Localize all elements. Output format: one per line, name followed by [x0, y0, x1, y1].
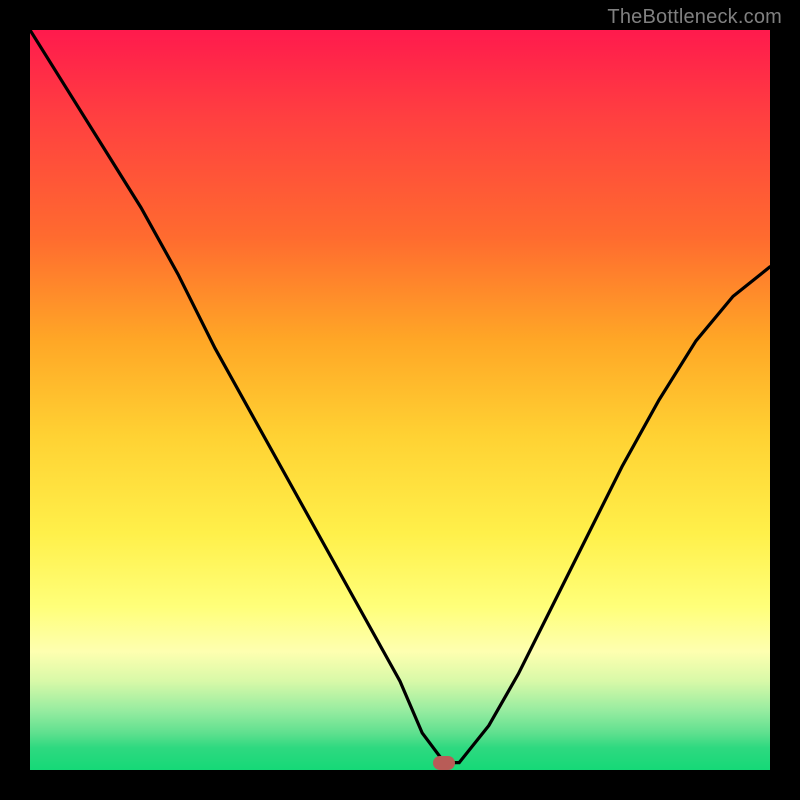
- outer-frame: TheBottleneck.com: [0, 0, 800, 800]
- chart-svg: [30, 30, 770, 770]
- chart-plot-area: [30, 30, 770, 770]
- bottleneck-curve-path: [30, 30, 770, 763]
- attribution-label: TheBottleneck.com: [607, 6, 782, 29]
- optimal-point-marker: [433, 756, 455, 770]
